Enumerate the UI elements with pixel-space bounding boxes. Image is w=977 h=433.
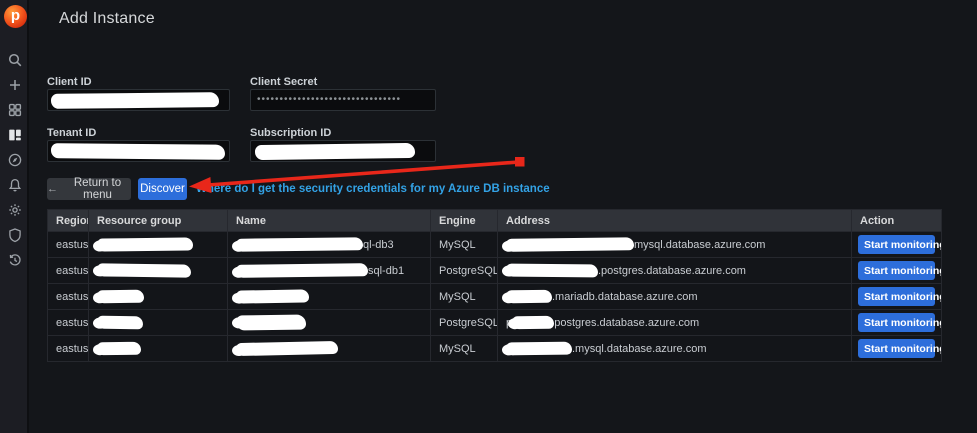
start-monitoring-button[interactable]: Start monitoring	[858, 313, 935, 332]
cell-engine: MySQL	[431, 336, 498, 362]
cell-region: eastus	[48, 336, 89, 362]
cell-engine: MySQL	[431, 232, 498, 258]
cell-address: .mariadb.database.azure.com	[498, 284, 852, 310]
cell-engine: PostgreSQL	[431, 310, 498, 336]
cell-engine: PostgreSQL	[431, 258, 498, 284]
cell-region: eastus	[48, 284, 89, 310]
cell-resource-group	[89, 284, 228, 310]
redaction-scribble	[236, 289, 309, 303]
cell-action: Start monitoring	[852, 232, 942, 258]
cell-resource-group	[89, 258, 228, 284]
redaction-scribble	[506, 290, 552, 304]
col-header-engine: Engine	[431, 210, 498, 232]
cell-region: eastus	[48, 232, 89, 258]
cell-address: .postgres.database.azure.com	[498, 258, 852, 284]
redaction-scribble	[506, 342, 572, 356]
redaction-scribble	[512, 316, 554, 330]
cell-address: mysql.database.azure.com	[498, 232, 852, 258]
side-menu: p	[0, 0, 29, 433]
discovery-table: Region Resource group Name Engine Addres…	[47, 209, 942, 362]
percona-logo-icon[interactable]: p	[4, 5, 27, 28]
cell-name: sql-db1	[228, 258, 431, 284]
tenant-id-input[interactable]	[47, 140, 230, 162]
credentials-help-link[interactable]: Where do I get the security credentials …	[196, 183, 550, 195]
redaction-scribble	[51, 92, 219, 109]
redaction-scribble	[97, 263, 191, 277]
cell-address: popostgres.database.azure.com	[498, 310, 852, 336]
client-id-label: Client ID	[47, 76, 92, 88]
table-row: eastus ql-db3 MySQL mysql.database.azure…	[48, 232, 942, 258]
col-header-address: Address	[498, 210, 852, 232]
cell-action: Start monitoring	[852, 258, 942, 284]
redaction-scribble	[506, 237, 634, 252]
client-id-input[interactable]	[47, 89, 230, 111]
dashboards-grid-icon[interactable]	[0, 97, 29, 122]
security-shield-icon[interactable]	[0, 222, 29, 247]
cell-region: eastus	[48, 310, 89, 336]
redaction-scribble	[97, 290, 144, 304]
redaction-scribble	[97, 316, 143, 330]
redaction-scribble	[236, 237, 363, 252]
cell-name	[228, 284, 431, 310]
alerting-bell-icon[interactable]	[0, 172, 29, 197]
cell-resource-group	[89, 336, 228, 362]
client-secret-label: Client Secret	[250, 76, 317, 88]
explore-compass-icon[interactable]	[0, 147, 29, 172]
pmm-dashboards-icon[interactable]	[0, 122, 29, 147]
tenant-id-label: Tenant ID	[47, 127, 96, 139]
redaction-scribble	[255, 143, 415, 160]
subscription-id-input[interactable]	[250, 140, 436, 162]
add-icon[interactable]	[0, 72, 29, 97]
start-monitoring-button[interactable]: Start monitoring	[858, 339, 935, 358]
return-to-menu-button[interactable]: ← Return to menu	[47, 178, 131, 200]
table-row: eastus sql-db1 PostgreSQL .postgres.data…	[48, 258, 942, 284]
cell-region: eastus	[48, 258, 89, 284]
col-header-region: Region	[48, 210, 89, 232]
redaction-scribble	[51, 143, 225, 160]
start-monitoring-button[interactable]: Start monitoring	[858, 287, 935, 306]
table-row: eastus MySQL .mariadb.database.azure.com…	[48, 284, 942, 310]
client-secret-input[interactable]: ••••••••••••••••••••••••••••••••	[250, 89, 436, 111]
redaction-scribble	[236, 263, 368, 278]
cell-name	[228, 336, 431, 362]
redaction-scribble	[236, 341, 338, 356]
cell-name: ql-db3	[228, 232, 431, 258]
cell-resource-group	[89, 310, 228, 336]
start-monitoring-button[interactable]: Start monitoring	[858, 235, 935, 254]
redaction-scribble	[97, 237, 193, 251]
cell-action: Start monitoring	[852, 310, 942, 336]
discover-button[interactable]: Discover	[138, 178, 187, 200]
history-icon[interactable]	[0, 247, 29, 272]
back-arrow-icon: ←	[47, 183, 58, 195]
search-icon[interactable]	[0, 47, 29, 72]
redaction-scribble	[97, 342, 141, 356]
redaction-scribble	[236, 315, 306, 331]
col-header-action: Action	[852, 210, 942, 232]
table-header-row: Region Resource group Name Engine Addres…	[48, 210, 942, 232]
subscription-id-label: Subscription ID	[250, 127, 331, 139]
cell-action: Start monitoring	[852, 284, 942, 310]
col-header-resource-group: Resource group	[89, 210, 228, 232]
table-row: eastus MySQL .mysql.database.azure.com S…	[48, 336, 942, 362]
redaction-scribble	[506, 264, 598, 278]
settings-gear-icon[interactable]	[0, 197, 29, 222]
add-instance-page: p	[0, 0, 977, 433]
cell-resource-group	[89, 232, 228, 258]
start-monitoring-button[interactable]: Start monitoring	[858, 261, 935, 280]
table-row: eastus PostgreSQL popostgres.database.az…	[48, 310, 942, 336]
cell-address: .mysql.database.azure.com	[498, 336, 852, 362]
page-title: Add Instance	[59, 10, 155, 28]
cell-engine: MySQL	[431, 284, 498, 310]
cell-action: Start monitoring	[852, 336, 942, 362]
cell-name	[228, 310, 431, 336]
col-header-name: Name	[228, 210, 431, 232]
